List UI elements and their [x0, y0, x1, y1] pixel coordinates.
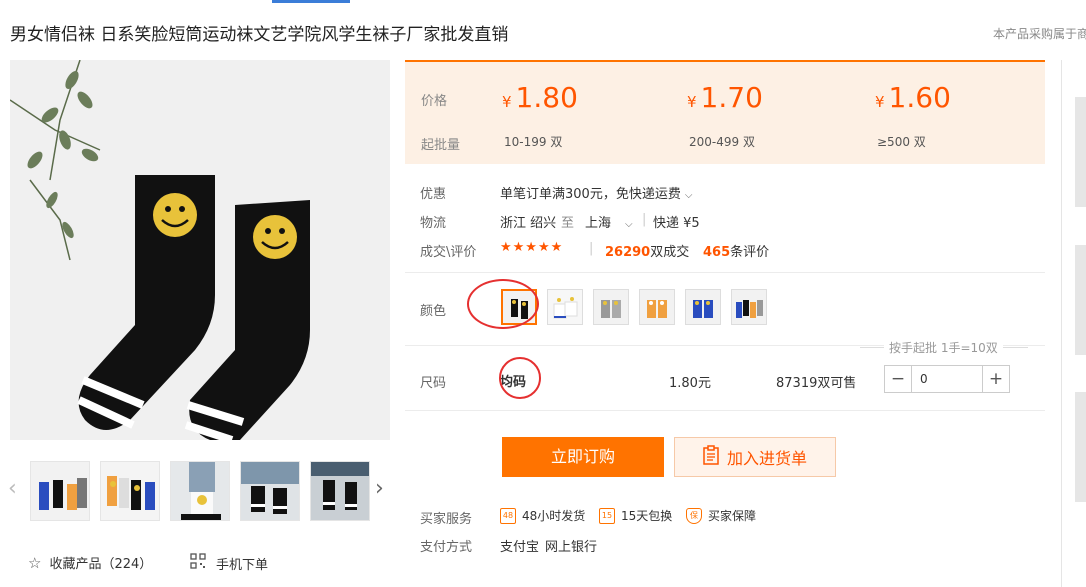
main-product-image[interactable] — [10, 60, 390, 440]
price-label: 价格 — [421, 94, 448, 109]
thumbnail-next-arrow[interactable]: › — [375, 477, 384, 501]
moq-label: 起批量 — [421, 138, 461, 153]
tier-range: ≥500 双 — [877, 135, 926, 149]
decrease-quantity-button[interactable]: − — [885, 366, 911, 392]
chevron-down-icon: ⌵ — [684, 190, 693, 201]
annotation-circle — [467, 279, 539, 329]
gallery-thumbnail[interactable] — [310, 461, 370, 521]
product-title: 男女情侣袜 日系笑脸短筒运动袜文艺学院风学生袜子厂家批发直销 — [10, 25, 509, 45]
mobile-order-button[interactable]: 手机下单 — [190, 553, 268, 573]
service-48h: 48 48小时发货 — [500, 507, 585, 524]
buy-now-button[interactable]: 立即订购 — [502, 437, 664, 477]
gallery-thumbnail[interactable] — [240, 461, 300, 521]
tier-price: ¥1.70 — [687, 81, 763, 114]
color-label: 颜色 — [420, 304, 447, 319]
deals-label: 成交\评价 — [420, 245, 477, 260]
15day-exchange-icon: 15 — [599, 507, 615, 524]
quantity-input[interactable]: 0 — [911, 366, 983, 392]
star-outline-icon: ☆ — [28, 553, 42, 572]
annotation-circle — [499, 357, 541, 399]
recommended-thumbnail[interactable] — [1075, 245, 1086, 355]
mobile-order-label: 手机下单 — [216, 557, 269, 573]
recommended-thumbnail[interactable] — [1075, 392, 1086, 502]
procurement-note: 本产品采购属于商 — [993, 27, 1086, 41]
quantity-stepper[interactable]: − 0 + — [884, 365, 1010, 393]
color-swatch-white[interactable] — [547, 289, 583, 325]
color-swatch-orange[interactable] — [639, 289, 675, 325]
divider: | — [642, 212, 647, 227]
payment-method-bank: 网上银行 — [545, 540, 598, 555]
favorite-product-button[interactable]: ☆ 收藏产品（224） — [28, 553, 153, 573]
48h-shipping-icon: 48 — [500, 507, 516, 524]
destination-value: 上海 — [585, 216, 612, 231]
logistics-label: 物流 — [420, 216, 447, 231]
batch-hint: 按手起批 1手=10双 — [884, 339, 1003, 356]
section-divider — [405, 410, 1045, 411]
buyer-protection-icon: 保 — [686, 507, 702, 524]
tier-price: ¥1.80 — [502, 81, 578, 114]
price-panel: 价格 起批量 ¥1.80 ¥1.70 ¥1.60 10-199 双 200-49… — [405, 60, 1045, 164]
section-divider — [405, 272, 1045, 273]
gallery-thumbnail[interactable] — [170, 461, 230, 521]
recommended-thumbnail[interactable] — [1075, 97, 1086, 207]
right-panel-border — [1061, 60, 1062, 587]
thumbnail-prev-arrow[interactable]: ‹ — [8, 477, 17, 501]
shipping-method: 快递 ¥5 — [653, 216, 700, 231]
service-protection: 保 买家保障 — [686, 507, 756, 524]
payment-method-alipay: 支付宝 — [500, 540, 540, 555]
promo-value: 单笔订单满300元，免快递运费 — [500, 187, 681, 202]
add-to-cart-label: 加入进货单 — [726, 449, 807, 468]
add-to-cart-button[interactable]: 加入进货单 — [674, 437, 836, 477]
color-swatch-gray[interactable] — [593, 289, 629, 325]
logistics-to-word: 至 — [561, 216, 575, 231]
clipboard-icon — [703, 445, 719, 469]
top-tab-indicator — [272, 0, 350, 3]
tier-range: 10-199 双 — [504, 135, 563, 149]
tier-price: ¥1.60 — [875, 81, 951, 114]
gallery-thumbnail[interactable] — [30, 461, 90, 521]
gallery-thumbnail[interactable] — [100, 461, 160, 521]
deals-count-link[interactable]: 26290双成交 — [605, 241, 689, 260]
color-swatch-blue[interactable] — [685, 289, 721, 325]
size-price: 1.80元 — [669, 376, 711, 391]
divider: | — [589, 241, 594, 256]
chevron-down-icon: ⌵ — [625, 219, 633, 230]
service-15day: 15 15天包换 — [599, 507, 672, 524]
review-count-link[interactable]: 465条评价 — [703, 241, 769, 260]
logistics-from: 浙江 绍兴 — [500, 216, 557, 231]
favorite-label: 收藏产品（224） — [49, 557, 153, 572]
promo-label: 优惠 — [420, 187, 447, 202]
color-swatch-mixed[interactable] — [731, 289, 767, 325]
size-stock: 87319双可售 — [776, 376, 857, 391]
qr-code-icon — [190, 553, 206, 573]
size-label: 尺码 — [420, 376, 447, 391]
promo-dropdown[interactable]: 单笔订单满300元，免快递运费 ⌵ — [500, 183, 692, 202]
tier-range: 200-499 双 — [689, 135, 755, 149]
destination-selector[interactable]: 上海 ⌵ — [585, 212, 633, 231]
payment-label: 支付方式 — [420, 540, 473, 555]
services-label: 买家服务 — [420, 512, 473, 527]
increase-quantity-button[interactable]: + — [983, 366, 1009, 392]
rating-stars-icon: ★★★★★ — [500, 240, 564, 255]
